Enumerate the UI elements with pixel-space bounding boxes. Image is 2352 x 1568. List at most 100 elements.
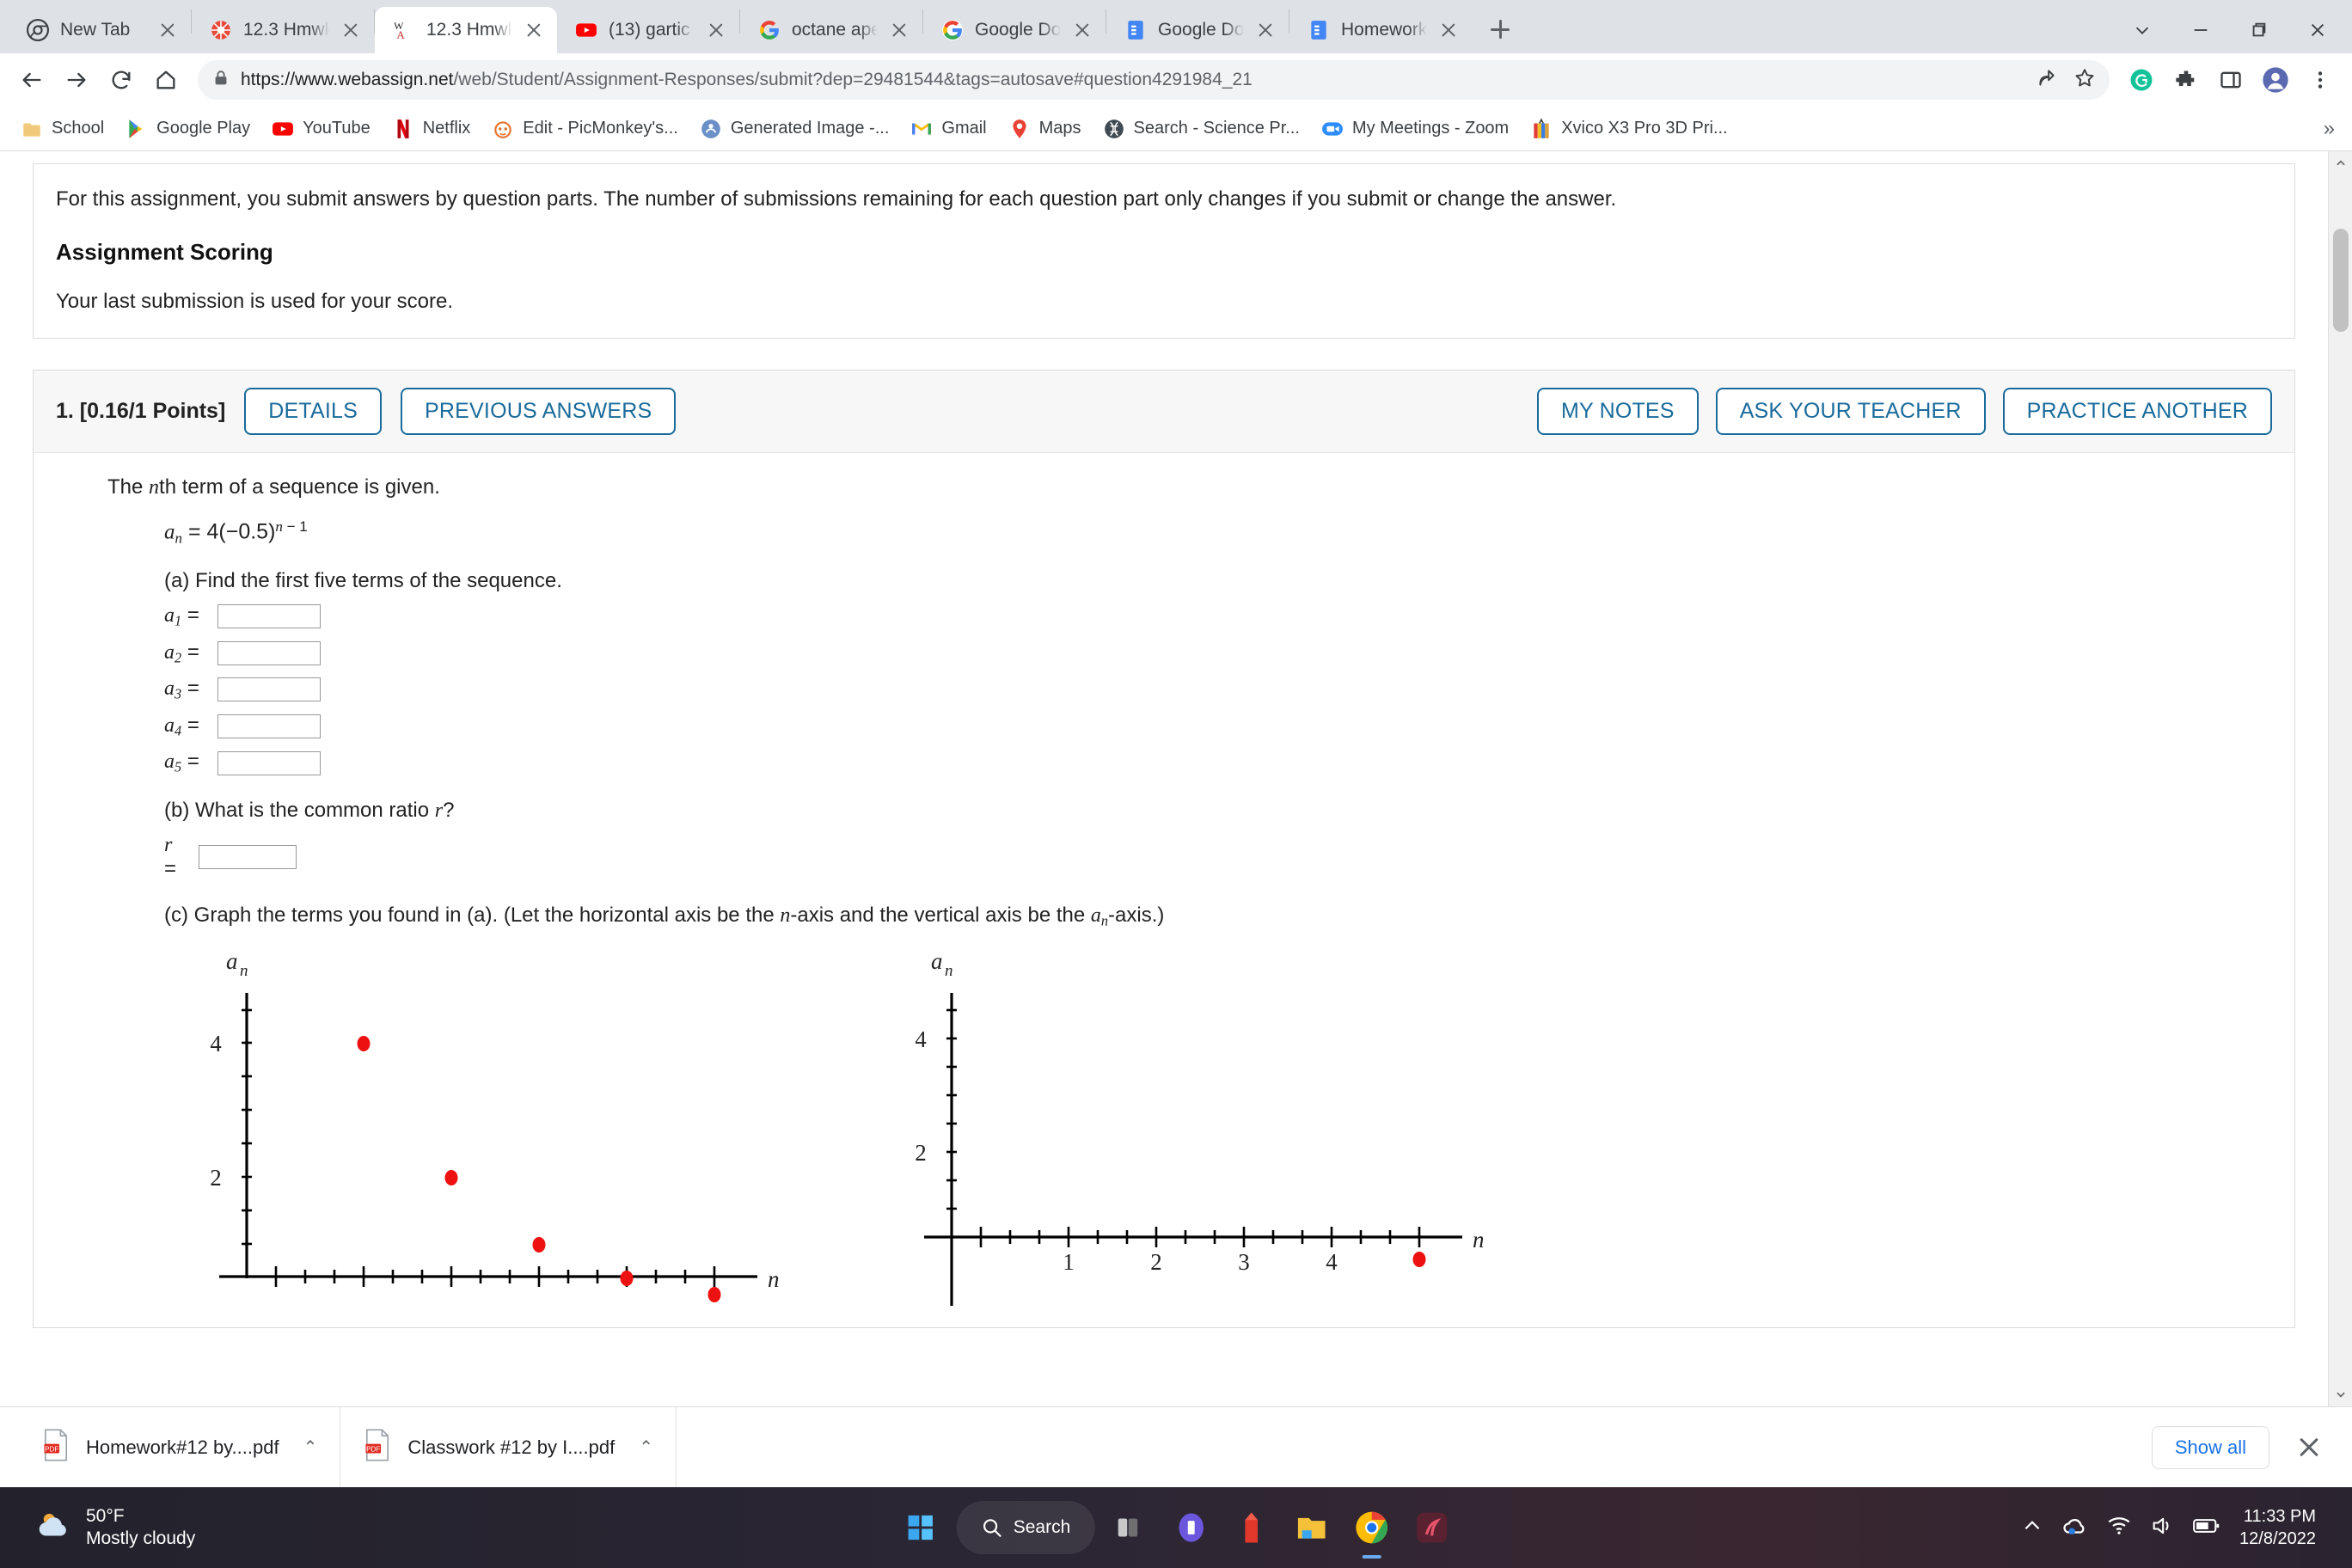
browser-tab-4[interactable]: octane apex c <box>740 7 922 53</box>
r-input[interactable] <box>199 844 297 869</box>
taskbar-search-box[interactable]: Search <box>956 1501 1095 1554</box>
share-icon[interactable] <box>2036 67 2058 94</box>
close-downloads-shelf-icon[interactable] <box>2294 1432 2324 1463</box>
download-filename: Classwork #12 by I....pdf <box>407 1436 616 1458</box>
close-icon[interactable] <box>1254 19 1277 41</box>
start-button[interactable] <box>897 1504 945 1552</box>
close-icon[interactable] <box>888 19 910 41</box>
close-icon[interactable] <box>1071 19 1093 41</box>
practice-another-button[interactable]: PRACTICE ANOTHER <box>2002 387 2272 435</box>
bookmark-school[interactable]: School <box>12 113 112 145</box>
a3-input[interactable] <box>217 677 321 702</box>
taskbar-date: 12/8/2022 <box>2239 1529 2316 1548</box>
question-body: The nth term of a sequence is given. an … <box>34 453 2294 1328</box>
minimize-icon[interactable] <box>2173 7 2228 53</box>
scroll-down-icon[interactable] <box>2329 1382 2352 1406</box>
graph2-ytick-2: 2 <box>916 1140 927 1166</box>
chevron-up-icon[interactable]: ⌃ <box>639 1436 653 1458</box>
page-scrollbar[interactable] <box>2328 151 2352 1406</box>
bookmark-netflix[interactable]: Netflix <box>383 113 479 145</box>
new-tab-button[interactable] <box>1480 9 1520 49</box>
bookmark-picmonkey[interactable]: Edit - PicMonkey's... <box>483 113 686 145</box>
bookmark-generated-image[interactable]: Generated Image -... <box>691 113 897 145</box>
task-view-button[interactable] <box>1106 1504 1155 1552</box>
taskbar-weather-widget[interactable]: 50°F Mostly cloudy <box>14 1505 195 1551</box>
answer-row-r: r = <box>164 833 2272 881</box>
browser-tab-3[interactable]: (13) gartic ph <box>557 7 739 53</box>
a4-input[interactable] <box>217 714 321 739</box>
answer-row-a3: a3 = <box>164 677 2272 703</box>
svg-text:PDF: PDF <box>366 1445 380 1453</box>
back-icon[interactable] <box>12 60 52 100</box>
bookmark-zoom[interactable]: My Meetings - Zoom <box>1313 113 1516 145</box>
part-b-text: (b) What is the common ratio r? <box>164 798 455 822</box>
bookmark-xvico[interactable]: Xvico X3 Pro 3D Pri... <box>1522 113 1735 145</box>
taskbar-app-icon-red[interactable] <box>1227 1504 1275 1552</box>
bookmark-google-play[interactable]: Google Play <box>117 113 258 145</box>
bookmark-gmail[interactable]: Gmail <box>902 113 994 145</box>
browser-tab-1[interactable]: 12.3 Hmwk-G <box>192 7 374 53</box>
reload-icon[interactable] <box>101 60 141 100</box>
bookmark-label: Generated Image -... <box>730 119 890 138</box>
sidepanel-icon[interactable] <box>2211 60 2251 100</box>
chrome-icon <box>26 18 50 42</box>
download-item-1[interactable]: PDF Classwork #12 by I....pdf ⌃ <box>340 1406 677 1488</box>
ask-your-teacher-button[interactable]: ASK YOUR TEACHER <box>1715 387 1986 435</box>
bookmark-label: School <box>52 119 105 138</box>
address-bar[interactable]: https://www.webassign.net/web/Student/As… <box>198 60 2110 100</box>
details-button[interactable]: DETAILS <box>244 387 383 435</box>
scroll-up-icon[interactable] <box>2329 151 2352 175</box>
maximize-restore-icon[interactable] <box>2232 7 2287 53</box>
graph-option-2[interactable]: a n n 4 2 1 2 3 4 <box>915 945 1517 1319</box>
close-icon[interactable] <box>705 19 727 41</box>
download-item-0[interactable]: PDF Homework#12 by....pdf ⌃ <box>19 1406 341 1488</box>
onedrive-icon[interactable] <box>2062 1515 2088 1541</box>
taskbar-chrome-icon[interactable] <box>1347 1504 1395 1552</box>
browser-tab-7[interactable]: Homework#1 <box>1289 7 1472 53</box>
volume-icon[interactable] <box>2150 1515 2174 1541</box>
tray-overflow-icon[interactable] <box>2021 1515 2043 1541</box>
close-window-icon[interactable] <box>2290 7 2345 53</box>
bookmark-science[interactable]: Search - Science Pr... <box>1094 113 1308 145</box>
profile-avatar[interactable] <box>2256 60 2295 100</box>
my-notes-button[interactable]: MY NOTES <box>1536 387 1699 435</box>
taskbar-app-icon-pink[interactable] <box>1407 1504 1455 1552</box>
bookmark-maps[interactable]: Maps <box>1000 113 1089 145</box>
chrome-menu-icon[interactable] <box>2300 60 2340 100</box>
close-icon[interactable] <box>156 19 179 41</box>
close-icon[interactable] <box>340 19 362 41</box>
browser-tab-0[interactable]: New Tab <box>9 7 191 53</box>
bookmark-star-icon[interactable] <box>2073 67 2096 94</box>
graph-option-1[interactable]: a n n 4 2 <box>210 945 812 1319</box>
a2-input[interactable] <box>217 640 321 665</box>
scrollbar-thumb[interactable] <box>2333 229 2349 332</box>
close-icon[interactable] <box>1437 19 1460 41</box>
taskbar-clock[interactable]: 11:33 PM 12/8/2022 <box>2239 1505 2316 1550</box>
wifi-icon[interactable] <box>2107 1515 2131 1541</box>
grammarly-extension-icon[interactable] <box>2122 60 2161 100</box>
chevron-up-icon[interactable]: ⌃ <box>303 1436 318 1458</box>
google-icon <box>757 18 781 42</box>
a5-input[interactable] <box>217 750 321 775</box>
extensions-icon[interactable] <box>2166 60 2206 100</box>
answer-label-a2: a2 = <box>164 640 199 666</box>
taskbar-file-explorer-icon[interactable] <box>1287 1504 1335 1552</box>
bookmark-youtube[interactable]: YouTube <box>263 113 378 145</box>
forward-icon[interactable] <box>57 60 96 100</box>
previous-answers-button[interactable]: PREVIOUS ANSWERS <box>401 387 677 435</box>
bookmarks-overflow-button[interactable]: » <box>2324 117 2340 141</box>
taskbar-edge-icon[interactable] <box>1167 1504 1215 1552</box>
xvico-icon <box>1529 117 1553 141</box>
browser-tab-5[interactable]: Google Docs: <box>923 7 1106 53</box>
a1-input[interactable] <box>217 604 321 629</box>
close-icon[interactable] <box>523 19 545 41</box>
browser-tab-6[interactable]: Google Docs <box>1106 7 1289 53</box>
bookmark-label: Gmail <box>941 119 987 138</box>
browser-tab-2[interactable]: WA 12.3 Hmwk-G <box>375 7 557 53</box>
url-text: https://www.webassign.net/web/Student/As… <box>241 70 1253 90</box>
battery-icon[interactable] <box>2193 1516 2220 1540</box>
page-viewport: For this assignment, you submit answers … <box>0 151 2352 1406</box>
show-all-downloads-button[interactable]: Show all <box>2151 1425 2269 1469</box>
tab-search-chevron-icon[interactable] <box>2115 7 2170 53</box>
home-icon[interactable] <box>146 60 186 100</box>
